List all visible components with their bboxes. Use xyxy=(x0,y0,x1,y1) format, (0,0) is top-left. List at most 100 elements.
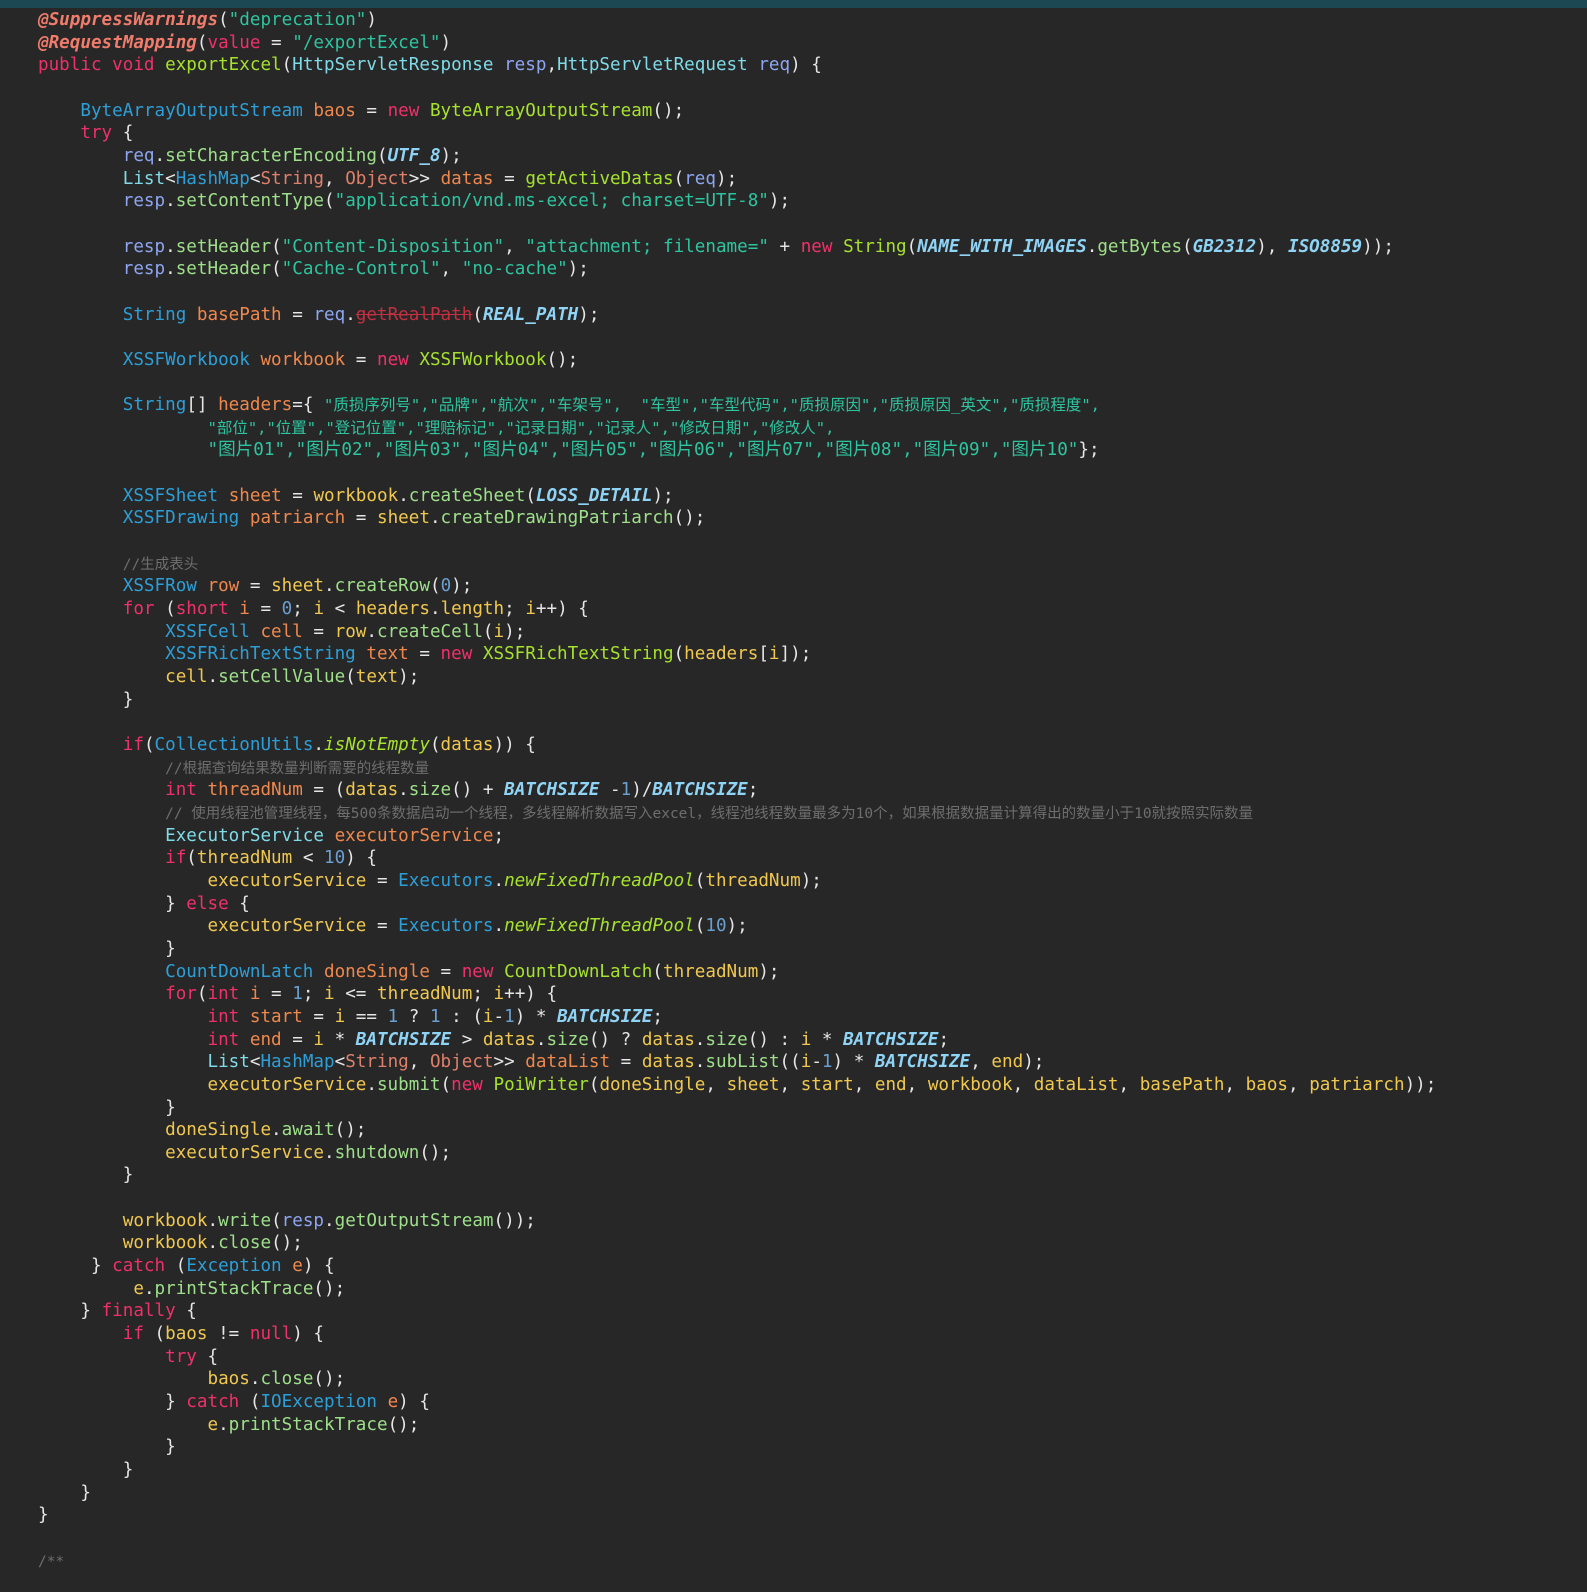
code-token: e xyxy=(387,1392,399,1413)
code-token: ]); xyxy=(779,644,812,665)
code-token: HttpServletResponse xyxy=(292,55,505,76)
code-token: CountDownLatch xyxy=(165,961,324,982)
code-line: XSSFRichTextString text = new XSSFRichTe… xyxy=(38,643,1436,666)
code-token: setContentType xyxy=(175,191,325,212)
code-token: ); xyxy=(758,961,780,982)
code-token: basePath xyxy=(196,304,282,325)
code-token: new xyxy=(440,644,483,665)
code-token: printStackTrace xyxy=(154,1278,314,1299)
code-token: , xyxy=(1288,1074,1310,1095)
code-token: ); xyxy=(652,485,674,506)
code-token: = ( xyxy=(302,780,346,801)
code-token: CountDownLatch xyxy=(504,961,653,982)
code-token: sheet xyxy=(376,508,430,529)
code-token: < xyxy=(292,848,325,869)
code-token: - xyxy=(811,1052,822,1073)
code-line: for(int i = 1; i <= threadNum; i++) { xyxy=(38,983,1436,1006)
code-token: XSSFRichTextString xyxy=(482,644,674,665)
code-token: ( xyxy=(429,576,441,597)
code-token: req xyxy=(313,304,346,325)
code-token: setCharacterEncoding xyxy=(165,145,377,166)
code-token: if xyxy=(122,735,144,755)
code-token: end xyxy=(249,1029,282,1050)
code-token: setHeader xyxy=(175,259,272,280)
code-token: start xyxy=(249,1006,303,1027)
code-token: - xyxy=(599,780,621,801)
code-token: size xyxy=(408,780,452,801)
code-token: )); xyxy=(1362,236,1394,257)
code-token: i xyxy=(493,621,505,642)
code-token: } xyxy=(38,1301,102,1322)
code-token: sheet xyxy=(271,576,325,597)
code-token: = xyxy=(366,870,399,891)
code-token: XSSFWorkbook xyxy=(122,349,261,370)
code-token: catch xyxy=(186,1392,240,1413)
code-token: shutdown xyxy=(334,1142,420,1163)
code-token: threadNum xyxy=(196,848,293,869)
code-token: executorService xyxy=(165,1142,324,1163)
code-token: short xyxy=(175,599,240,620)
code-token: ); xyxy=(578,304,600,325)
code-line: if(threadNum < 10) { xyxy=(38,847,1436,870)
code-token: < xyxy=(249,168,261,189)
code-token: 10 xyxy=(705,916,727,937)
code-token: )) { xyxy=(493,735,536,755)
code-token: ); xyxy=(715,168,738,189)
code-token: public void xyxy=(38,55,166,76)
code-line: executorService.shutdown(); xyxy=(38,1142,1436,1165)
code-token: String xyxy=(260,168,325,189)
code-token: . xyxy=(535,1029,547,1050)
code-token: threadNum xyxy=(662,961,759,982)
code-token: sheet xyxy=(228,485,282,506)
code-token: ( xyxy=(218,10,229,30)
code-token: try xyxy=(165,1346,197,1367)
code-token: row xyxy=(207,576,240,597)
code-token: threadNum xyxy=(705,870,801,891)
code-token: createRow xyxy=(334,576,430,597)
code-token: { xyxy=(228,893,250,914)
code-line: int threadNum = (datas.size() + BATCHSIZ… xyxy=(38,779,1436,802)
code-token: headers xyxy=(684,644,759,665)
code-token: ), xyxy=(1256,236,1288,257)
code-line: CountDownLatch doneSingle = new CountDow… xyxy=(38,961,1436,984)
code-line: public void exportExcel(HttpServletRespo… xyxy=(38,54,1436,77)
code-token: BATCHSIZE xyxy=(557,1006,653,1027)
code-token: 1 xyxy=(387,1006,399,1027)
code-token: else xyxy=(186,893,229,914)
code-token: , xyxy=(779,1074,801,1095)
code-line: } xyxy=(38,1482,1436,1505)
code-editor[interactable]: @SuppressWarnings("deprecation") @Request… xyxy=(38,9,1436,1572)
code-line: List<HashMap<String, Object>> dataList =… xyxy=(38,1051,1436,1074)
code-line: if (baos != null) { xyxy=(38,1323,1436,1346)
code-line: workbook.write(resp.getOutputStream()); xyxy=(38,1210,1436,1233)
code-token: = xyxy=(366,916,399,937)
code-token: "no-cache" xyxy=(461,259,568,280)
code-token: <= xyxy=(334,984,377,1005)
code-token: workbook xyxy=(122,1210,208,1231)
code-token: >> xyxy=(408,168,441,189)
code-token: ); xyxy=(398,667,420,688)
code-token: setHeader xyxy=(175,236,272,257)
code-token: XSSFRow xyxy=(122,576,208,597)
code-token: . xyxy=(165,236,176,257)
code-token: < xyxy=(334,1052,346,1073)
code-token: ISO8859 xyxy=(1288,236,1363,257)
code-token: Executors xyxy=(398,870,494,891)
code-token: == xyxy=(345,1006,388,1027)
code-token: createCell xyxy=(376,621,483,642)
code-token: getOutputStream xyxy=(334,1210,494,1231)
code-token: . xyxy=(154,145,166,166)
code-token: 1 xyxy=(504,1006,515,1027)
code-token: ByteArrayOutputStream xyxy=(429,100,653,121)
